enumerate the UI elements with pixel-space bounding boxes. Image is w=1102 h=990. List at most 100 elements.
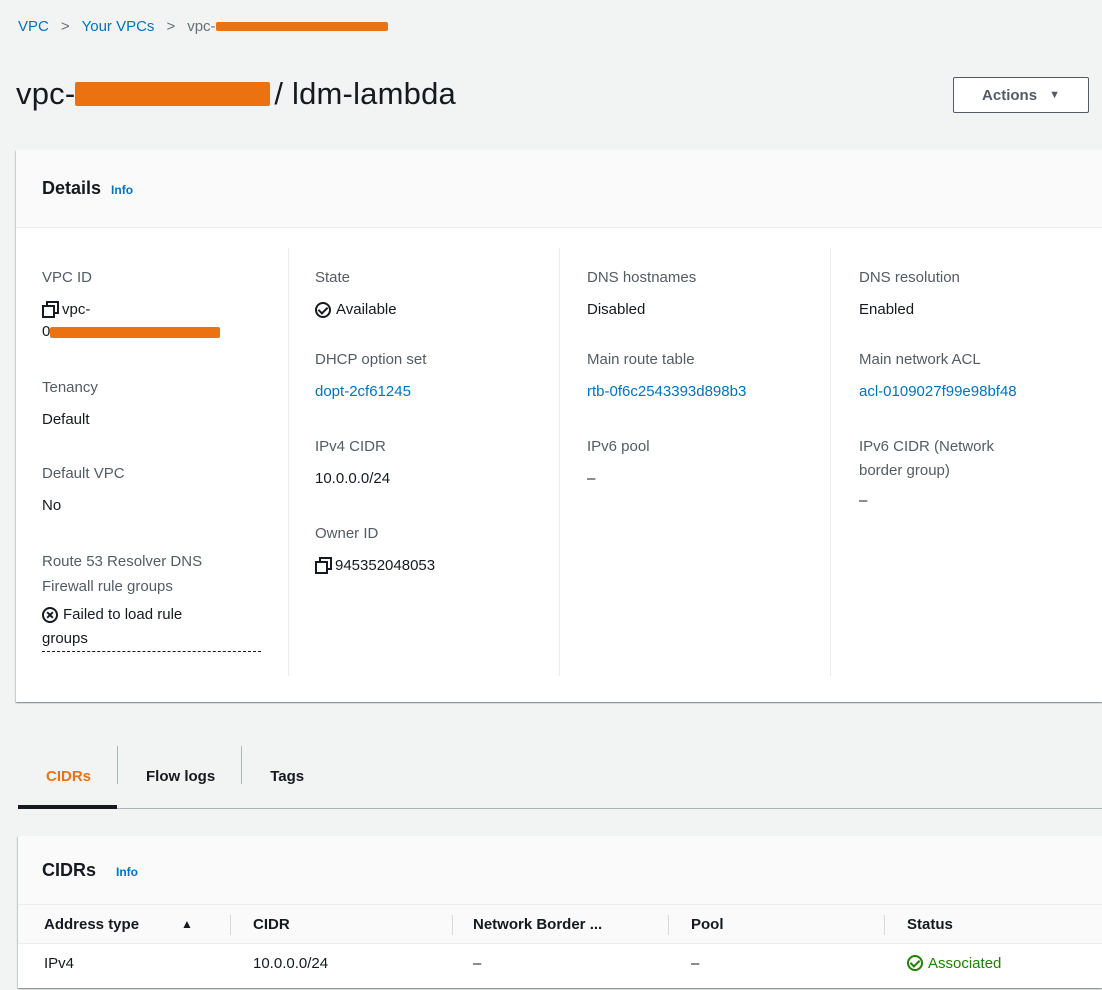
- column-header-label: Status: [907, 915, 953, 933]
- check-circle-icon: [907, 955, 923, 971]
- cell-address-type: IPv4: [18, 944, 231, 983]
- breadcrumb-your-vpcs[interactable]: Your VPCs: [82, 18, 155, 35]
- route53-error-line1: Failed to load rule: [63, 606, 183, 623]
- ipv4-cidr-value: 10.0.0.0/24: [315, 470, 391, 487]
- check-circle-icon: [315, 302, 331, 318]
- tab-bar: CIDRs Flow logs Tags: [18, 746, 1102, 809]
- dhcp-link[interactable]: dopt-2cf61245: [315, 382, 426, 402]
- dns-resolution-field: DNS resolution Enabled: [859, 268, 960, 320]
- main-route-table-label: Main route table: [587, 351, 695, 368]
- column-header-pool[interactable]: Pool: [669, 904, 885, 944]
- column-header-label: CIDR: [253, 915, 290, 933]
- error-icon: [42, 607, 58, 623]
- details-header: Details Info: [16, 150, 1102, 228]
- details-title: Details: [42, 178, 102, 198]
- cell-network-border: –: [453, 944, 669, 983]
- status-associated: Associated: [885, 955, 1102, 972]
- state-field: State Available: [315, 268, 397, 320]
- owner-id-field: Owner ID 945352048053: [315, 524, 435, 576]
- breadcrumb: VPC > Your VPCs > vpc-: [18, 18, 388, 35]
- vpc-id-label: VPC ID: [42, 269, 93, 286]
- main-network-acl-link[interactable]: acl-0109027f99e98bf48: [859, 382, 1017, 402]
- ipv4-cidr-label: IPv4 CIDR: [315, 438, 386, 455]
- actions-button-label: Actions: [982, 86, 1038, 104]
- breadcrumb-separator: >: [166, 18, 176, 35]
- details-info-link[interactable]: Info: [111, 183, 133, 197]
- main-network-acl-field: Main network ACL acl-0109027f99e98bf48: [859, 350, 1017, 402]
- tenancy-field: Tenancy Default: [42, 378, 98, 430]
- redaction-mark: [215, 22, 388, 31]
- details-column-2: State Available DHCP option set dopt-2cf…: [288, 248, 559, 676]
- vpc-id-field: VPC ID vpc- 0: [42, 268, 221, 342]
- details-column-3: DNS hostnames Disabled Main route table …: [559, 248, 830, 676]
- table-row[interactable]: IPv4 10.0.0.0/24 – – Associated: [18, 944, 1102, 983]
- cidrs-header: CIDRs Info: [18, 836, 1102, 904]
- vpc-id-line2-prefix: 0: [42, 323, 51, 340]
- default-vpc-value: No: [42, 497, 62, 514]
- cell-text: –: [473, 954, 482, 972]
- details-columns: VPC ID vpc- 0 Tenancy Default Default VP…: [16, 248, 1102, 676]
- tab-tags[interactable]: Tags: [242, 746, 332, 807]
- vpc-id-value: vpc-: [42, 300, 220, 320]
- cidrs-title: CIDRs: [42, 859, 97, 880]
- column-header-status[interactable]: Status: [885, 904, 1102, 944]
- ipv6-pool-label: IPv6 pool: [587, 438, 650, 455]
- main-network-acl-label: Main network ACL: [859, 351, 981, 368]
- redaction-mark: [50, 326, 221, 338]
- redaction-mark: [75, 82, 271, 106]
- ipv6-cidr-value: –: [859, 492, 868, 509]
- dns-resolution-value: Enabled: [859, 301, 915, 318]
- breadcrumb-current-prefix: vpc-: [187, 18, 216, 35]
- vpc-id-value-line2: 0: [42, 322, 221, 342]
- default-vpc-label: Default VPC: [42, 465, 125, 482]
- route53-label-line2: Firewall rule groups: [42, 578, 173, 595]
- column-header-address-type[interactable]: Address type ▲: [18, 904, 231, 944]
- dns-hostnames-field: DNS hostnames Disabled: [587, 268, 696, 320]
- copy-icon[interactable]: [42, 301, 59, 318]
- route53-field: Route 53 Resolver DNS Firewall rule grou…: [42, 552, 261, 652]
- tenancy-label: Tenancy: [42, 379, 98, 396]
- route53-error[interactable]: Failed to load rule groups: [42, 605, 261, 652]
- owner-id-label: Owner ID: [315, 525, 379, 542]
- cell-pool: –: [669, 944, 885, 983]
- table-header-row: Address type ▲ CIDR Network Border ... P…: [18, 904, 1102, 944]
- tab-flow-logs[interactable]: Flow logs: [118, 746, 241, 807]
- dns-resolution-label: DNS resolution: [859, 269, 960, 286]
- column-header-cidr[interactable]: CIDR: [231, 904, 453, 944]
- vpc-id-prefix: vpc-: [62, 301, 91, 318]
- cell-text: Associated: [928, 954, 1002, 972]
- route53-error-line2: groups: [42, 630, 88, 647]
- state-value-text: Available: [336, 301, 397, 318]
- state-label: State: [315, 269, 351, 286]
- cidrs-info-link[interactable]: Info: [116, 865, 138, 879]
- details-panel: Details Info VPC ID vpc- 0 Tenancy Defau…: [16, 150, 1102, 702]
- page-title-suffix: / ldm-lambda: [274, 76, 456, 111]
- page-title-prefix: vpc-: [16, 76, 76, 111]
- ipv4-cidr-field: IPv4 CIDR 10.0.0.0/24: [315, 437, 390, 489]
- cell-cidr: 10.0.0.0/24: [231, 944, 453, 983]
- tab-cidrs[interactable]: CIDRs: [18, 746, 118, 809]
- actions-button[interactable]: Actions ▼: [953, 77, 1089, 113]
- column-header-network-border[interactable]: Network Border ...: [453, 904, 669, 944]
- dhcp-field: DHCP option set dopt-2cf61245: [315, 350, 426, 402]
- details-column-4: DNS resolution Enabled Main network ACL …: [830, 248, 1102, 676]
- ipv6-pool-field: IPv6 pool –: [587, 437, 650, 489]
- tenancy-value: Default: [42, 411, 90, 428]
- sort-ascending-icon[interactable]: ▲: [181, 917, 193, 931]
- dns-hostnames-value: Disabled: [587, 301, 646, 318]
- column-header-label: Pool: [691, 915, 724, 933]
- copy-icon[interactable]: [315, 557, 332, 574]
- breadcrumb-current: vpc-: [187, 18, 388, 35]
- column-header-label: Network Border ...: [473, 915, 603, 933]
- breadcrumb-vpc[interactable]: VPC: [18, 18, 49, 35]
- cell-status: Associated: [885, 944, 1102, 983]
- column-header-label: Address type: [44, 915, 140, 933]
- main-route-table-field: Main route table rtb-0f6c2543393d898b3: [587, 350, 746, 402]
- main-route-table-link[interactable]: rtb-0f6c2543393d898b3: [587, 382, 746, 402]
- cidrs-panel: CIDRs Info Address type ▲ CIDR Network B…: [18, 836, 1102, 988]
- state-value: Available: [315, 300, 397, 320]
- default-vpc-field: Default VPC No: [42, 464, 125, 516]
- dns-hostnames-label: DNS hostnames: [587, 269, 697, 286]
- cell-text: IPv4: [44, 954, 75, 972]
- caret-down-icon: ▼: [1049, 89, 1060, 101]
